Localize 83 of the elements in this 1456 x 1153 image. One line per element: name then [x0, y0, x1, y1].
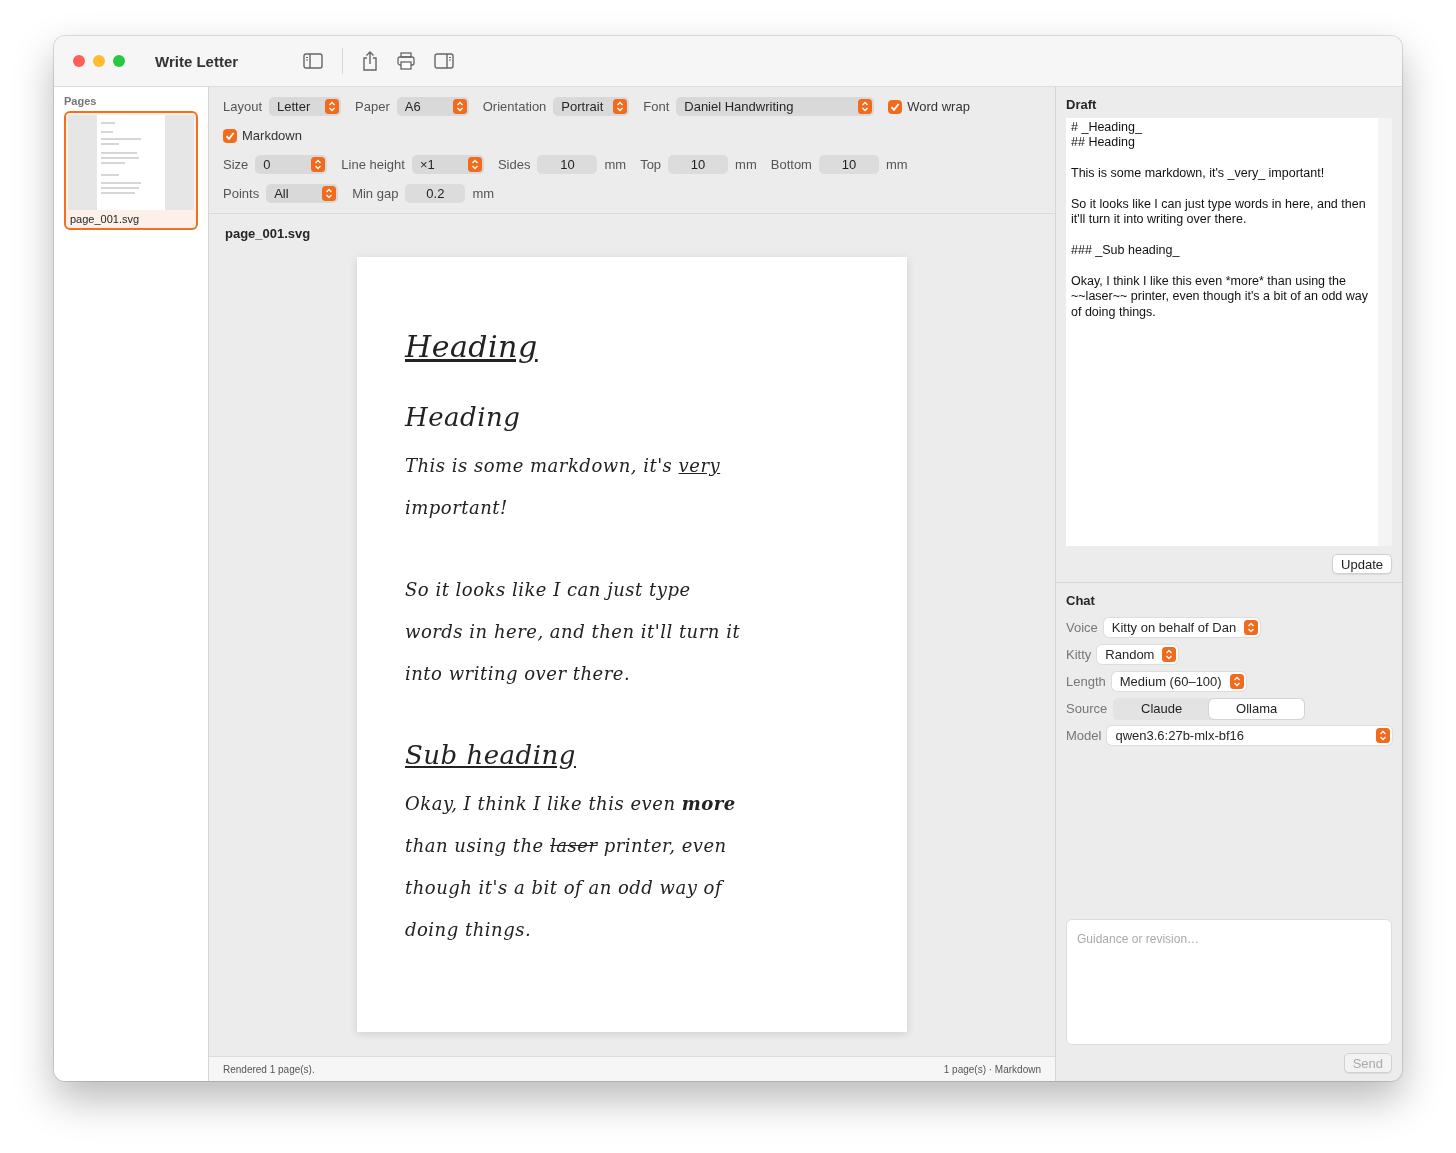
number-field[interactable]: 10	[668, 155, 729, 174]
chevron-icon	[467, 157, 482, 172]
inspector-toggle-icon[interactable]	[434, 53, 454, 69]
field-label: Source	[1066, 701, 1108, 716]
segment-option[interactable]: Ollama	[1209, 698, 1305, 719]
popup-button[interactable]: All	[266, 184, 339, 203]
popup-button[interactable]: Medium (60–100)	[1111, 672, 1246, 691]
field-label: Voice	[1066, 620, 1098, 635]
number-field[interactable]: 0.2	[405, 184, 466, 203]
checkbox-label: Markdown	[242, 128, 302, 143]
handwritten-line: So it looks like I can just type	[405, 578, 692, 602]
preview-title: page_001.svg	[225, 226, 311, 241]
handwritten-line: into writing over there.	[405, 662, 632, 686]
close-button[interactable]	[73, 55, 85, 67]
setting-label: Top	[640, 157, 662, 172]
field-label: Model	[1066, 728, 1102, 743]
field-label: Kitty	[1066, 647, 1092, 662]
handwritten-line: than using the laser printer, even	[405, 834, 728, 858]
number-field[interactable]: 10	[537, 155, 598, 174]
handwritten-line: important!	[405, 496, 509, 520]
handwritten-line: Heading	[405, 328, 539, 366]
popup-button[interactable]: Portrait	[553, 97, 630, 116]
draft-editor[interactable]: # _Heading_ ## Heading This is some markdown, it's _very_ important! So it looks like I can just type words in here, and then it'll turn it into writing over there. ### _Sub heading_ Okay, I think I like this even *more* than using the ~~laser~~ printer, even though it's a bit of an odd way of doing things.	[1066, 118, 1392, 546]
setting-label: Points	[223, 186, 260, 201]
window-title: Write Letter	[155, 52, 240, 70]
popup-button[interactable]: Random	[1097, 645, 1179, 664]
popup-button[interactable]: A6	[396, 97, 469, 116]
popup-button[interactable]: 0	[255, 155, 328, 174]
checkbox[interactable]	[888, 99, 903, 114]
chevron-icon	[1376, 728, 1390, 743]
minimize-button[interactable]	[93, 55, 105, 67]
share-icon[interactable]	[362, 51, 378, 71]
chevron-icon	[322, 186, 337, 201]
handwritten-line: Heading	[405, 401, 522, 434]
sidebar-toggle-icon[interactable]	[303, 53, 323, 69]
zoom-button[interactable]	[113, 55, 125, 67]
chevron-icon	[1229, 674, 1244, 689]
chevron-icon	[325, 99, 340, 114]
unit-label: mm	[604, 157, 627, 172]
popup-button[interactable]: Letter	[269, 97, 342, 116]
update-button[interactable]: Update	[1332, 554, 1392, 574]
sidebar-heading: Pages	[64, 95, 98, 107]
popup-button[interactable]: ×1	[411, 155, 484, 174]
chevron-icon	[613, 99, 628, 114]
checkbox-label: Word wrap	[907, 99, 970, 114]
handwritten-line: This is some markdown, it's very	[405, 454, 722, 478]
setting-label: Sides	[497, 157, 531, 172]
chat-heading: Chat	[1066, 593, 1096, 608]
chevron-icon	[311, 157, 326, 172]
setting-label: Bottom	[770, 157, 812, 172]
popup-button[interactable]: Daniel Handwriting	[676, 97, 875, 116]
segment-option[interactable]: Claude	[1114, 698, 1210, 719]
print-icon[interactable]	[397, 52, 415, 70]
setting-label: Font	[643, 99, 670, 114]
setting-label: Min gap	[352, 186, 399, 201]
status-summary: 1 page(s) · Markdown	[943, 1063, 1041, 1075]
checkbox[interactable]	[223, 128, 237, 143]
setting-label: Orientation	[482, 99, 547, 114]
unit-label: mm	[885, 157, 908, 172]
setting-label: Size	[223, 157, 249, 172]
popup-button[interactable]: Kitty on behalf of Dan	[1103, 618, 1261, 637]
handwritten-line: Okay, I think I like this even more	[405, 792, 737, 816]
unit-label: mm	[735, 157, 757, 172]
popup-button[interactable]: qwen3.6:27b-mlx-bf16	[1107, 726, 1392, 745]
chevron-icon	[1244, 620, 1259, 635]
handwritten-line: though it's a bit of an odd way of	[405, 876, 725, 900]
unit-label: mm	[472, 186, 495, 201]
setting-label: Line height	[341, 157, 405, 172]
handwritten-line: doing things.	[405, 918, 533, 942]
field-label: Length	[1066, 674, 1106, 689]
status-text: Rendered 1 page(s).	[223, 1063, 315, 1075]
number-field[interactable]: 10	[818, 155, 879, 174]
chevron-icon	[452, 99, 467, 114]
chevron-icon	[858, 99, 873, 114]
page-filename: page_001.svg	[69, 212, 141, 226]
draft-heading: Draft	[1066, 97, 1098, 112]
guidance-field[interactable]: Guidance or revision…	[1066, 919, 1392, 1045]
setting-label: Paper	[355, 99, 390, 114]
chevron-icon	[1162, 647, 1177, 662]
setting-label: Layout	[223, 99, 263, 114]
page-thumbnail[interactable]: page_001.svg	[64, 111, 198, 230]
handwritten-line: words in here, and then it'll turn it	[405, 620, 742, 644]
handwritten-line: Sub heading	[405, 739, 577, 772]
